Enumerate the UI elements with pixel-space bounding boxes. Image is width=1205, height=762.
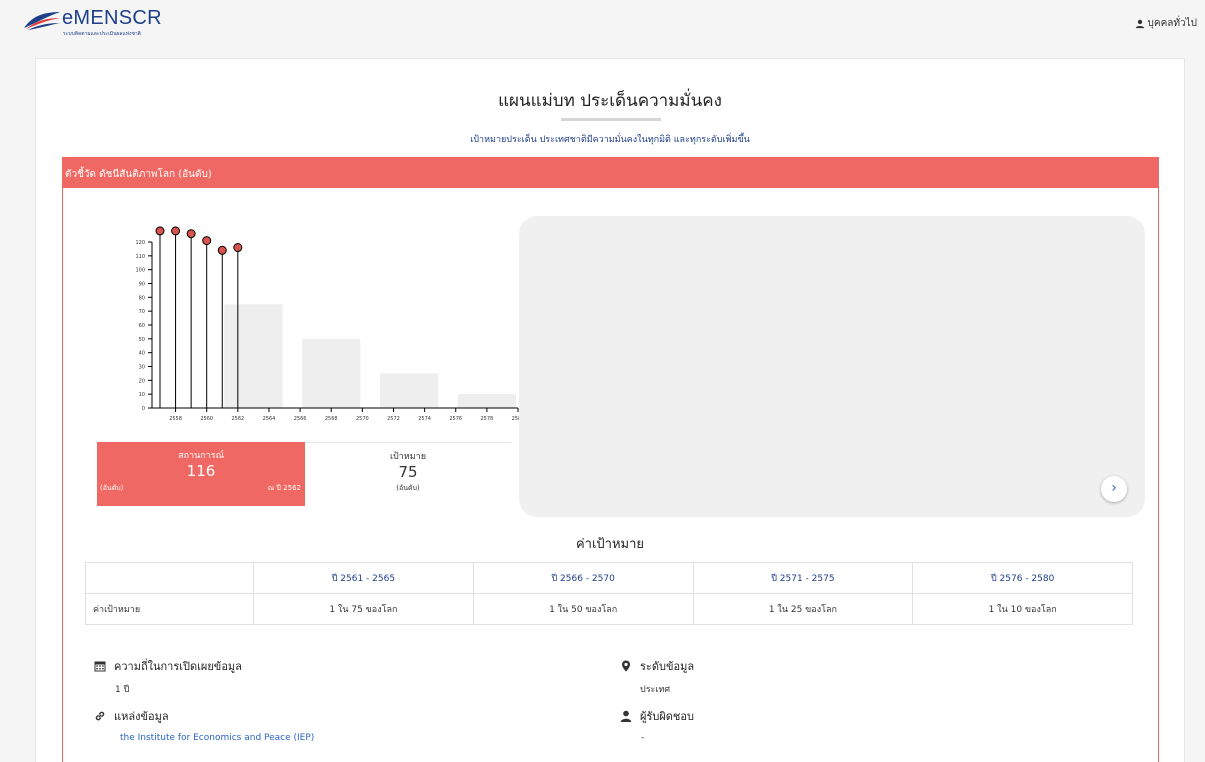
table-cell: 1 ใน 75 ของโลก: [253, 593, 474, 625]
target-bar: [224, 304, 283, 408]
table-header-cell: ปี 2576 - 2580: [912, 562, 1133, 594]
y-tick-label: 120: [135, 240, 145, 246]
indicator-chart: 0 10 20 30 40 50 60 70 80 90 100 110 120 2558 2560 2562…: [135, 226, 524, 422]
source-label: แหล่งข้อมูล: [114, 710, 169, 723]
chevron-right-icon: ›: [1111, 480, 1117, 496]
target-card: เป้าหมาย 75 (อันดับ): [305, 442, 511, 506]
user-icon: [1135, 19, 1144, 28]
target-unit: (อันดับ): [396, 484, 420, 492]
user-label: บุคคลทั่วไป: [1147, 18, 1197, 29]
target-bar: [379, 373, 439, 408]
indicator-header: ตัวชี้วัด ดัชนีสันติภาพโลก (อันดับ): [62, 157, 1159, 188]
page-subtitle: เป้าหมายประเด็น ประเทศชาติมีความมั่นคงใน…: [470, 135, 750, 145]
actual-point: [202, 236, 212, 246]
level-heading: ระดับข้อมูล: [620, 657, 694, 675]
owner-heading: ผู้รับผิดชอบ: [620, 707, 694, 725]
map-marker-icon: [622, 660, 630, 672]
y-tick-label: 70: [139, 309, 145, 315]
user-icon: [620, 710, 632, 722]
source-heading: แหล่งข้อมูล: [94, 707, 169, 725]
y-tick-label: 100: [135, 268, 145, 274]
status-value: 116: [186, 462, 216, 480]
x-tick-label: 2564: [263, 416, 276, 422]
table-header-cell: ปี 2561 - 2565: [253, 562, 474, 594]
actual-point: [155, 226, 165, 236]
source-link[interactable]: the Institute for Economics and Peace (I…: [120, 733, 314, 743]
status-label: สถานการณ์: [178, 451, 224, 461]
level-label: ระดับข้อมูล: [640, 660, 695, 673]
page-title: แผนแม่บท ประเด็นความมั่นคง: [498, 91, 722, 111]
y-tick-label: 110: [135, 254, 145, 260]
calendar-icon: [94, 661, 106, 672]
actual-point: [186, 229, 196, 239]
table-cell: ค่าเป้าหมาย: [85, 593, 254, 625]
frequency-value: 1 ปี: [115, 685, 130, 695]
y-tick-label: 0: [142, 406, 145, 412]
top-bar: eMENSCR ระบบติดตามและประเมินผลแห่งชาติ บ…: [0, 0, 1205, 40]
y-tick-label: 90: [139, 282, 145, 288]
target-bar: [457, 394, 516, 408]
table-row: ค่าเป้าหมาย 1 ใน 75 ของโลก 1 ใน 50 ของโล…: [85, 593, 1133, 625]
level-value: ประเทศ: [640, 685, 671, 695]
frequency-label: ความถี่ในการเปิดเผยข้อมูล: [114, 660, 242, 673]
brand-subtitle: ระบบติดตามและประเมินผลแห่งชาติ: [63, 31, 141, 37]
actual-point: [233, 243, 243, 253]
x-tick-label: 2568: [325, 416, 338, 422]
status-unit: (อันดับ): [100, 484, 124, 492]
y-tick-label: 30: [139, 365, 145, 371]
table-cell: 1 ใน 10 ของโลก: [912, 593, 1133, 625]
x-tick-label: 2558: [169, 416, 182, 422]
x-tick-label: 2562: [231, 416, 244, 422]
x-tick-label: 2574: [418, 416, 431, 422]
title-divider: [561, 118, 661, 121]
frequency-heading: ความถี่ในการเปิดเผยข้อมูล: [94, 657, 242, 675]
x-tick-label: 2576: [449, 416, 462, 422]
actual-point: [171, 226, 181, 236]
owner-label: ผู้รับผิดชอบ: [640, 710, 694, 723]
y-tick-label: 20: [139, 378, 145, 384]
y-tick-label: 10: [139, 392, 145, 398]
target-table: ปี 2561 - 2565 ปี 2566 - 2570 ปี 2571 - …: [85, 562, 1133, 625]
status-card: สถานการณ์ 116 (อันดับ) ณ ปี 2562: [97, 442, 305, 506]
link-icon: [95, 711, 105, 721]
y-tick-label: 80: [139, 295, 145, 301]
table-header-cell: [85, 562, 254, 594]
target-label: เป้าหมาย: [389, 452, 427, 462]
table-header-row: ปี 2561 - 2565 ปี 2566 - 2570 ปี 2571 - …: [85, 562, 1133, 594]
user-menu[interactable]: บุคคลทั่วไป: [1135, 16, 1197, 31]
target-bar: [302, 338, 361, 408]
brand-name[interactable]: eMENSCR: [62, 7, 162, 30]
x-tick-label: 2566: [294, 416, 307, 422]
x-tick-label: 2572: [387, 416, 400, 422]
x-tick-label: 2570: [356, 416, 369, 422]
x-tick-label: 2578: [481, 416, 494, 422]
x-tick-label: 2560: [200, 416, 213, 422]
table-header-cell: ปี 2566 - 2570: [472, 562, 694, 594]
target-value: 75: [398, 463, 418, 481]
y-tick-label: 60: [139, 323, 145, 329]
table-header-cell: ปี 2571 - 2575: [692, 562, 914, 594]
main-card: แผนแม่บท ประเด็นความมั่นคง เป้าหมายประเด…: [35, 58, 1185, 762]
y-tick-label: 50: [139, 337, 145, 343]
actual-point: [217, 245, 227, 255]
carousel-next-button[interactable]: ›: [1101, 476, 1127, 502]
emenscr-logo[interactable]: [22, 8, 62, 32]
media-carousel: [519, 216, 1145, 517]
table-cell: 1 ใน 50 ของโลก: [472, 593, 694, 625]
target-table-heading: ค่าเป้าหมาย: [575, 537, 645, 552]
y-tick-label: 40: [139, 351, 145, 357]
owner-value: -: [641, 733, 645, 743]
status-year: ณ ปี 2562: [267, 484, 301, 492]
table-cell: 1 ใน 25 ของโลก: [692, 593, 914, 625]
